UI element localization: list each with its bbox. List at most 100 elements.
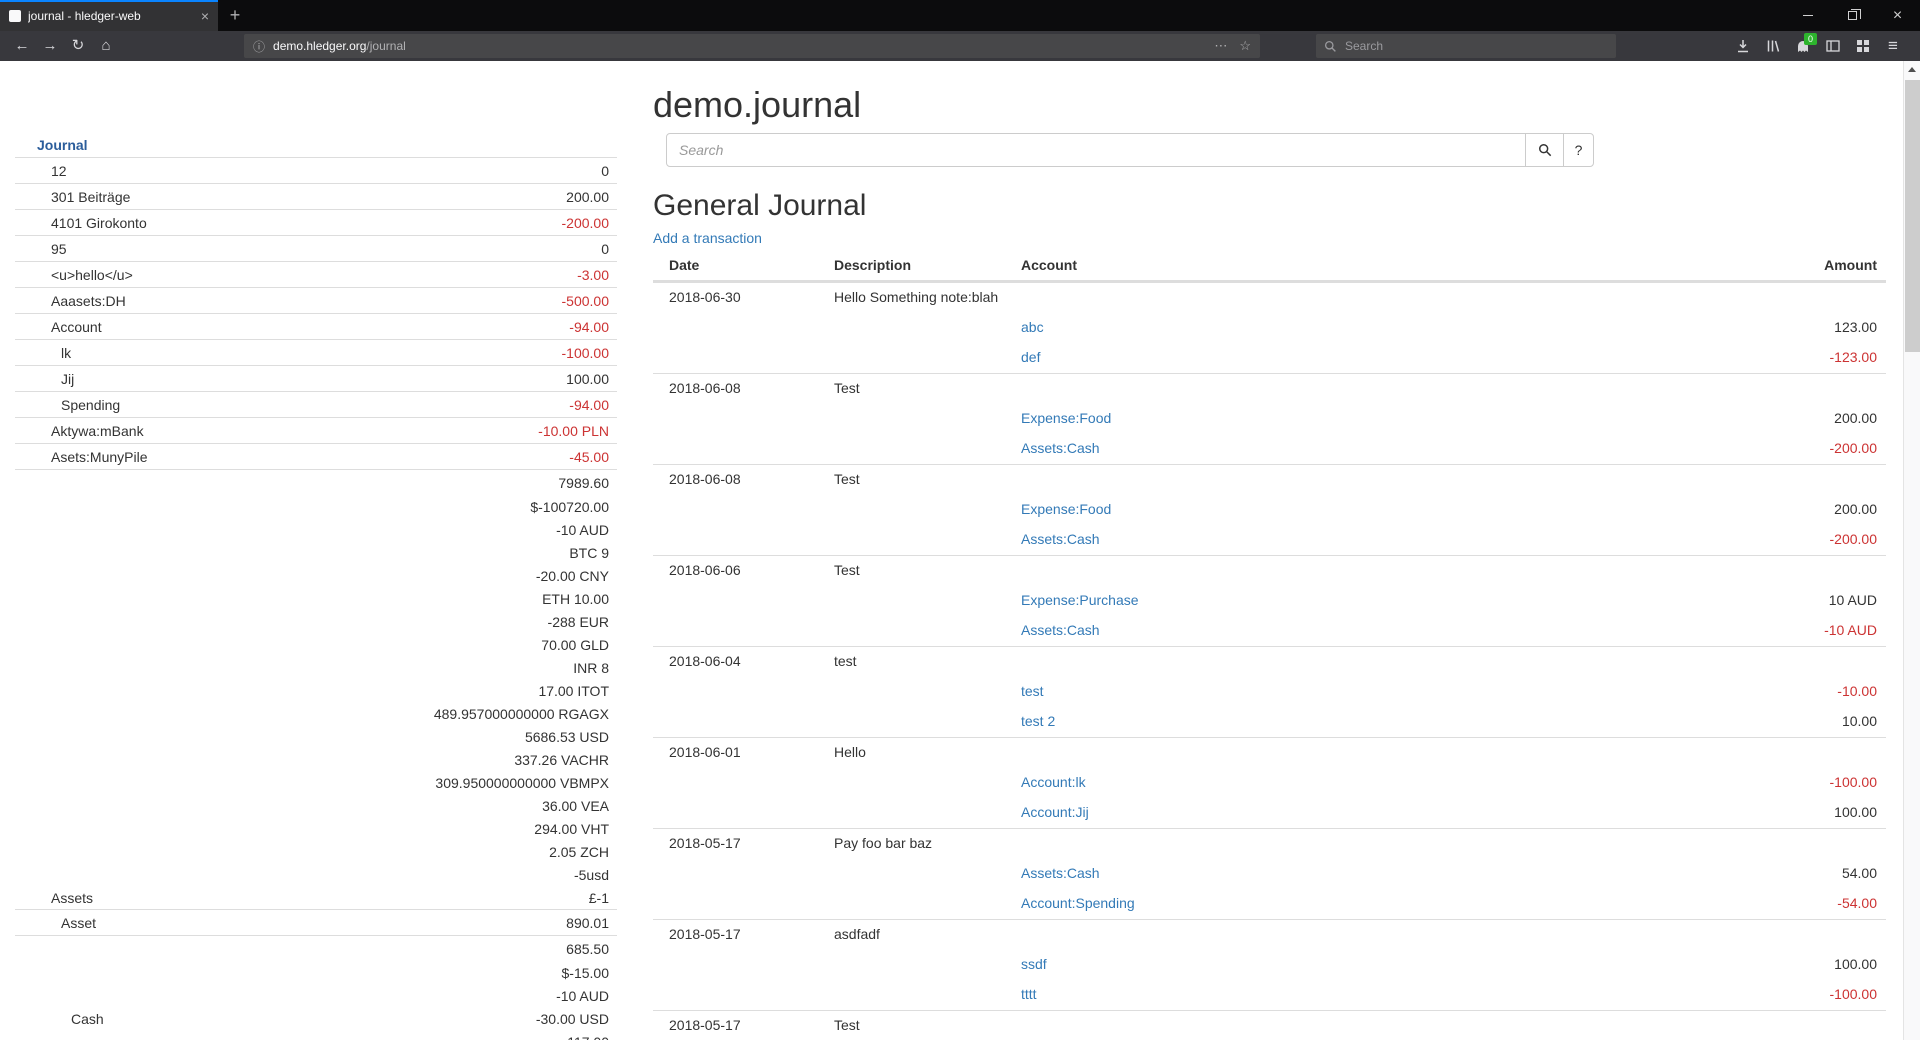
posting-row: tttt-100.00 [653, 980, 1886, 1010]
sidebar-account-link[interactable]: Spending [15, 397, 120, 413]
sidebar-account-link[interactable]: 4101 Girokonto [15, 215, 147, 231]
url-bar[interactable]: ⓘ demo.hledger.org/journal ⋯ ☆ [244, 34, 1260, 58]
page-scrollbar[interactable] [1903, 61, 1920, 1040]
posting-account-cell: Assets:Cash [1021, 859, 1626, 889]
browser-tab[interactable]: journal - hledger-web × [0, 0, 218, 31]
sidebar-account-row: 17.00 ITOT [15, 679, 617, 702]
download-button[interactable] [1728, 33, 1758, 59]
journal-search-input[interactable] [666, 133, 1526, 167]
sidebar-journal-link[interactable]: Journal [37, 137, 88, 153]
sidebar-account-link[interactable]: Jij [15, 371, 74, 387]
posting-row: Assets:Cash -200.00 [653, 434, 1886, 464]
empty-cell [1021, 647, 1626, 677]
sidebar-account-link[interactable]: Account [15, 319, 102, 335]
posting-row: Expense:Purchase 10 AUD [653, 586, 1886, 616]
sidebar-account-row: -10 AUD [15, 984, 617, 1007]
url-path: /journal [366, 39, 405, 53]
sidebar-account-link[interactable]: lk [15, 345, 71, 361]
sidebar-account-link[interactable]: Cash [15, 1011, 104, 1027]
back-button[interactable]: ← [8, 33, 36, 59]
tab-close-icon[interactable]: × [201, 8, 209, 24]
posting-account-link[interactable]: test [1021, 683, 1044, 699]
empty-cell [834, 586, 1021, 616]
account-balance: 5686.53 USD [525, 729, 617, 745]
posting-amount: -123.00 [1626, 343, 1886, 373]
sidebar-account-row: 950 [15, 235, 617, 261]
browser-search-box[interactable] [1316, 34, 1616, 58]
empty-cell [1626, 920, 1886, 950]
sidebar-account-link[interactable]: Assets [15, 890, 93, 906]
sidebar-account-link[interactable]: 95 [15, 241, 67, 257]
sidebar-account-row: Asset890.01 [15, 909, 617, 935]
forward-button[interactable]: → [36, 33, 64, 59]
posting-account-link[interactable]: abc [1021, 319, 1044, 335]
sidebar-account-link[interactable]: 301 Beiträge [15, 189, 130, 205]
search-help-button[interactable]: ? [1563, 133, 1594, 167]
transaction-date: 2018-06-01 [653, 738, 834, 768]
site-info-icon[interactable]: ⓘ [253, 38, 265, 55]
window-minimize-button[interactable] [1785, 0, 1830, 31]
sidebar-account-link[interactable]: 12 [15, 163, 67, 179]
posting-account-link[interactable]: Account:Spending [1021, 895, 1135, 911]
posting-account-link[interactable]: def [1021, 349, 1040, 365]
posting-account-link[interactable]: Expense:Food [1021, 410, 1111, 426]
empty-cell [1021, 920, 1626, 950]
highlights-button[interactable] [1848, 33, 1878, 59]
main-content: demo.journal ? General Journal Add a tra… [653, 61, 1886, 1040]
posting-account-link[interactable]: Expense:Food [1021, 501, 1111, 517]
sidebar-account-link[interactable]: Aktywa:mBank [15, 423, 144, 439]
transaction-date: 2018-06-08 [653, 374, 834, 404]
bookmark-star-icon[interactable]: ☆ [1239, 38, 1251, 54]
window-close-button[interactable]: × [1875, 0, 1920, 31]
window-restore-button[interactable] [1830, 0, 1875, 31]
sidebar-account-link[interactable]: Asets:MunyPile [15, 449, 147, 465]
posting-account-link[interactable]: test 2 [1021, 713, 1055, 729]
search-button[interactable] [1525, 133, 1564, 167]
sidebar-account-link[interactable]: Aaasets:DH [15, 293, 126, 309]
sidebar-account-row: INR 8 [15, 656, 617, 679]
posting-amount: -10.00 [1626, 677, 1886, 707]
extension-button[interactable]: 0 [1788, 33, 1818, 59]
posting-account-link[interactable]: Assets:Cash [1021, 622, 1100, 638]
empty-cell [1021, 374, 1626, 404]
sidebar-account-row: Jij100.00 [15, 365, 617, 391]
account-balance: 489.957000000000 RGAGX [434, 706, 617, 722]
account-balance: -10 AUD [556, 522, 617, 538]
sidebar-account-link[interactable]: Asset [15, 915, 96, 931]
posting-amount: -54.00 [1626, 889, 1886, 919]
add-transaction-link[interactable]: Add a transaction [653, 230, 762, 246]
empty-cell [1626, 556, 1886, 586]
sidebar-account-row: $-100720.00 [15, 495, 617, 518]
posting-account-link[interactable]: Assets:Cash [1021, 865, 1100, 881]
scroll-up-arrow[interactable] [1904, 61, 1920, 78]
new-tab-button[interactable]: + [218, 0, 252, 31]
sidebar-account-link[interactable]: <u>hello</u> [15, 267, 133, 283]
posting-amount: 10 AUD [1626, 586, 1886, 616]
posting-account-link[interactable]: Account:Jij [1021, 804, 1089, 820]
scrollbar-thumb[interactable] [1905, 80, 1920, 352]
posting-account-link[interactable]: Assets:Cash [1021, 531, 1100, 547]
library-icon [1765, 38, 1781, 54]
menu-button[interactable]: ≡ [1878, 33, 1908, 59]
browser-search-input[interactable] [1343, 38, 1608, 54]
home-button[interactable]: ⌂ [92, 33, 120, 59]
reload-button[interactable]: ↻ [64, 33, 92, 59]
posting-account-link[interactable]: ssdf [1021, 956, 1047, 972]
empty-cell [834, 434, 1021, 464]
posting-account-link[interactable]: Expense:Purchase [1021, 592, 1139, 608]
posting-account-link[interactable]: tttt [1021, 986, 1037, 1002]
account-balance: 36.00 VEA [542, 798, 617, 814]
posting-account-link[interactable]: Account:lk [1021, 774, 1086, 790]
posting-account-link[interactable]: Assets:Cash [1021, 440, 1100, 456]
account-balance: 0 [601, 163, 617, 179]
extension-badge: 0 [1804, 33, 1817, 45]
page-actions-icon[interactable]: ⋯ [1214, 38, 1227, 54]
transaction-title-row: 2018-05-17Test [653, 1011, 1886, 1040]
empty-cell [653, 798, 834, 828]
sidebar-rows: 120301 Beiträge200.004101 Girokonto-200.… [15, 157, 617, 1040]
empty-cell [653, 677, 834, 707]
empty-cell [834, 950, 1021, 980]
posting-amount: -200.00 [1626, 434, 1886, 464]
library-button[interactable] [1758, 33, 1788, 59]
sidebars-button[interactable] [1818, 33, 1848, 59]
